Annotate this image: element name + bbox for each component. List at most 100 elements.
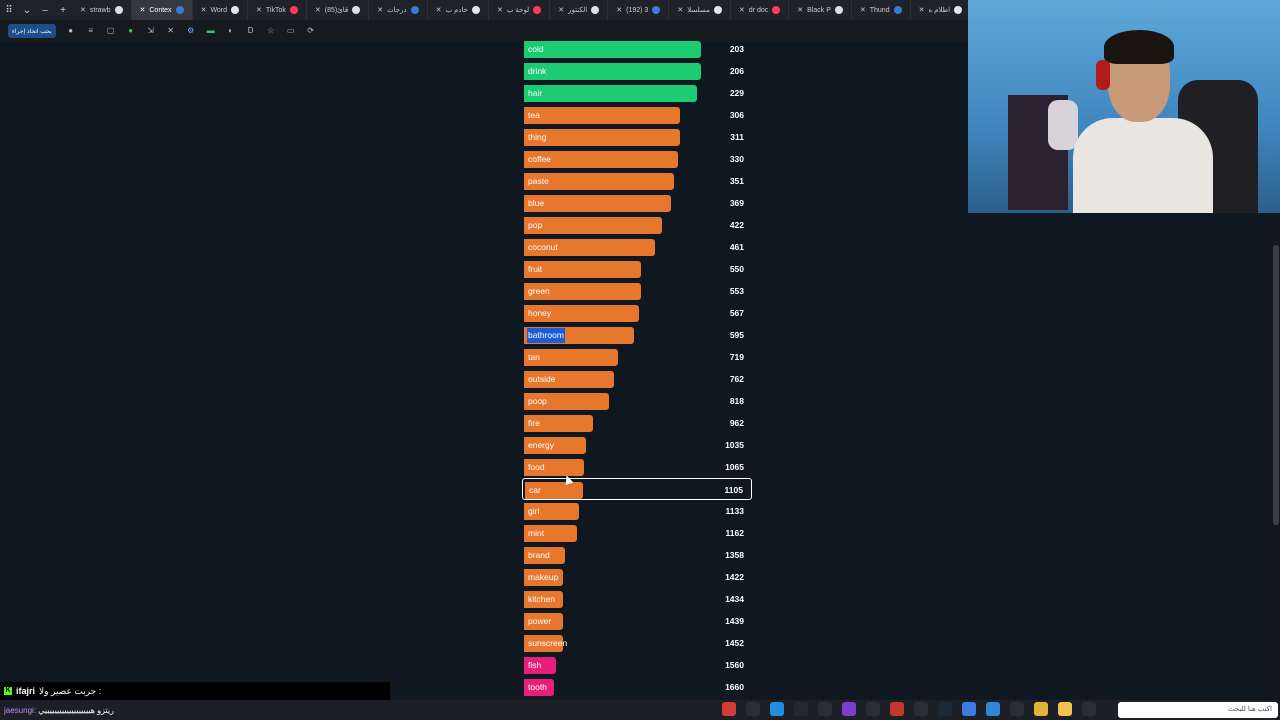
- score-bar: [524, 217, 662, 234]
- app-icon[interactable]: [890, 702, 904, 716]
- tab-close-icon[interactable]: ✕: [797, 6, 803, 14]
- leaderboard-row[interactable]: thing 311: [522, 126, 752, 148]
- browser-tab[interactable]: ✕ (192) 3: [608, 0, 670, 20]
- app-icon[interactable]: [818, 702, 832, 716]
- tab-close-icon[interactable]: ✕: [616, 6, 622, 14]
- browser-tab[interactable]: ✕ مسلسلا: [669, 0, 731, 20]
- bookmark-star-icon[interactable]: ☆: [266, 26, 276, 36]
- leaderboard-row[interactable]: hair 229: [522, 82, 752, 104]
- leaderboard-row[interactable]: bathroom 595: [522, 324, 752, 346]
- browser-tab[interactable]: ✕ اطلام ه: [911, 0, 970, 20]
- tab-close-icon[interactable]: ✕: [739, 6, 745, 14]
- leaderboard-row[interactable]: tooth 1660: [522, 676, 752, 698]
- tab-close-icon[interactable]: ✕: [256, 6, 262, 14]
- leaderboard-row[interactable]: fire 962: [522, 412, 752, 434]
- leaderboard-row[interactable]: fish 1560: [522, 654, 752, 676]
- app-icon[interactable]: [866, 702, 880, 716]
- leaderboard-row[interactable]: car 1105: [522, 478, 752, 500]
- side-panel-icon[interactable]: ▭: [286, 26, 296, 36]
- leaderboard-row[interactable]: power 1439: [522, 610, 752, 632]
- screenshot-icon[interactable]: ▢: [106, 26, 116, 36]
- tab-close-icon[interactable]: ✕: [497, 6, 503, 14]
- action-required-button[interactable]: يجب اتخاذ إجراء: [8, 24, 56, 38]
- app-icon[interactable]: [986, 702, 1000, 716]
- app-icon[interactable]: [794, 702, 808, 716]
- app-icon[interactable]: [722, 702, 736, 716]
- browser-tab[interactable]: ✕ dr doc: [731, 0, 790, 20]
- tab-favicon-icon: [533, 6, 542, 14]
- tab-close-icon[interactable]: ✕: [558, 6, 564, 14]
- tab-search-icon[interactable]: ⌄: [18, 5, 36, 16]
- leaderboard-row[interactable]: coconut 461: [522, 236, 752, 258]
- app-icon[interactable]: [770, 702, 784, 716]
- leaderboard-row[interactable]: kitchen 1434: [522, 588, 752, 610]
- leaderboard-row[interactable]: honey 567: [522, 302, 752, 324]
- chrome-icon[interactable]: [1034, 702, 1048, 716]
- leaderboard-row[interactable]: tea 306: [522, 104, 752, 126]
- leaderboard-row[interactable]: blue 369: [522, 192, 752, 214]
- browser-tab[interactable]: ✕ الكنتور: [550, 0, 609, 20]
- profile-icon[interactable]: ●: [66, 26, 76, 36]
- minimize-icon[interactable]: –: [36, 5, 54, 16]
- file-explorer-icon[interactable]: [1058, 702, 1072, 716]
- tab-close-icon[interactable]: ✕: [80, 6, 86, 14]
- tab-close-icon[interactable]: ✕: [677, 6, 683, 14]
- browser-tab[interactable]: ✕ (85)قائ: [307, 0, 370, 20]
- guess-word: fish: [528, 660, 542, 670]
- extension-icon[interactable]: ◐: [226, 26, 236, 36]
- leaderboard-row[interactable]: makeup 1422: [522, 566, 752, 588]
- browser-tab[interactable]: ✕ لوحة ب: [489, 0, 551, 20]
- browser-tab[interactable]: ✕ درجات: [369, 0, 428, 20]
- leaderboard-row[interactable]: fruit 550: [522, 258, 752, 280]
- tab-close-icon[interactable]: ✕: [201, 6, 207, 14]
- app-icon[interactable]: [962, 702, 976, 716]
- leaderboard-row[interactable]: girl 1133: [522, 500, 752, 522]
- leaderboard-row[interactable]: brand 1358: [522, 544, 752, 566]
- browser-tab[interactable]: ✕ Black P: [789, 0, 852, 20]
- extension-icon[interactable]: D: [246, 26, 256, 36]
- extension-icon[interactable]: ⚙: [186, 26, 196, 36]
- leaderboard-row[interactable]: cold 203: [522, 38, 752, 60]
- extension-icon[interactable]: ✕: [166, 26, 176, 36]
- leaderboard-row[interactable]: drink 206: [522, 60, 752, 82]
- new-tab-icon[interactable]: +: [54, 5, 72, 16]
- browser-tab[interactable]: ✕ خادم ب: [428, 0, 489, 20]
- leaderboard-row[interactable]: coffee 330: [522, 148, 752, 170]
- app-icon[interactable]: [914, 702, 928, 716]
- leaderboard-row[interactable]: pop 422: [522, 214, 752, 236]
- browser-tab[interactable]: ✕ Thund: [852, 0, 911, 20]
- leaderboard-row[interactable]: food 1065: [522, 456, 752, 478]
- tab-close-icon[interactable]: ✕: [315, 6, 321, 14]
- tab-close-icon[interactable]: ✕: [436, 6, 442, 14]
- extension-icon[interactable]: ⇲: [146, 26, 156, 36]
- reload-icon[interactable]: ⟳: [306, 26, 316, 36]
- browser-tab[interactable]: ✕ Contex: [131, 0, 193, 20]
- page-scrollbar-thumb[interactable]: [1273, 245, 1279, 525]
- tab-close-icon[interactable]: ✕: [140, 6, 146, 14]
- leaderboard-row[interactable]: mint 1162: [522, 522, 752, 544]
- extension-icon[interactable]: ▬: [206, 26, 216, 36]
- tab-close-icon[interactable]: ✕: [860, 6, 866, 14]
- app-icon[interactable]: [842, 702, 856, 716]
- app-icon[interactable]: [938, 702, 952, 716]
- window-menu-icon[interactable]: ⠿: [0, 5, 18, 16]
- guess-rank: 1560: [725, 660, 744, 670]
- leaderboard-row[interactable]: sunscreen 1452: [522, 632, 752, 654]
- leaderboard-row[interactable]: poop 818: [522, 390, 752, 412]
- leaderboard-row[interactable]: tan 719: [522, 346, 752, 368]
- extension-icon[interactable]: ●: [126, 26, 136, 36]
- leaderboard-row[interactable]: outside 762: [522, 368, 752, 390]
- tab-close-icon[interactable]: ✕: [377, 6, 383, 14]
- app-icon[interactable]: [1010, 702, 1024, 716]
- leaderboard-row[interactable]: energy 1035: [522, 434, 752, 456]
- browser-tab[interactable]: ✕ strawb: [72, 0, 132, 20]
- leaderboard-row[interactable]: green 553: [522, 280, 752, 302]
- leaderboard-row[interactable]: paste 351: [522, 170, 752, 192]
- browser-tab[interactable]: ✕ Word: [193, 0, 249, 20]
- menu-icon[interactable]: ≡: [86, 26, 96, 36]
- browser-tab[interactable]: ✕ TikTok: [248, 0, 307, 20]
- tab-close-icon[interactable]: ✕: [919, 6, 925, 14]
- app-icon[interactable]: [1082, 702, 1096, 716]
- app-icon[interactable]: [746, 702, 760, 716]
- taskbar-search-field[interactable]: اكتب هنا للبحث: [1118, 702, 1278, 718]
